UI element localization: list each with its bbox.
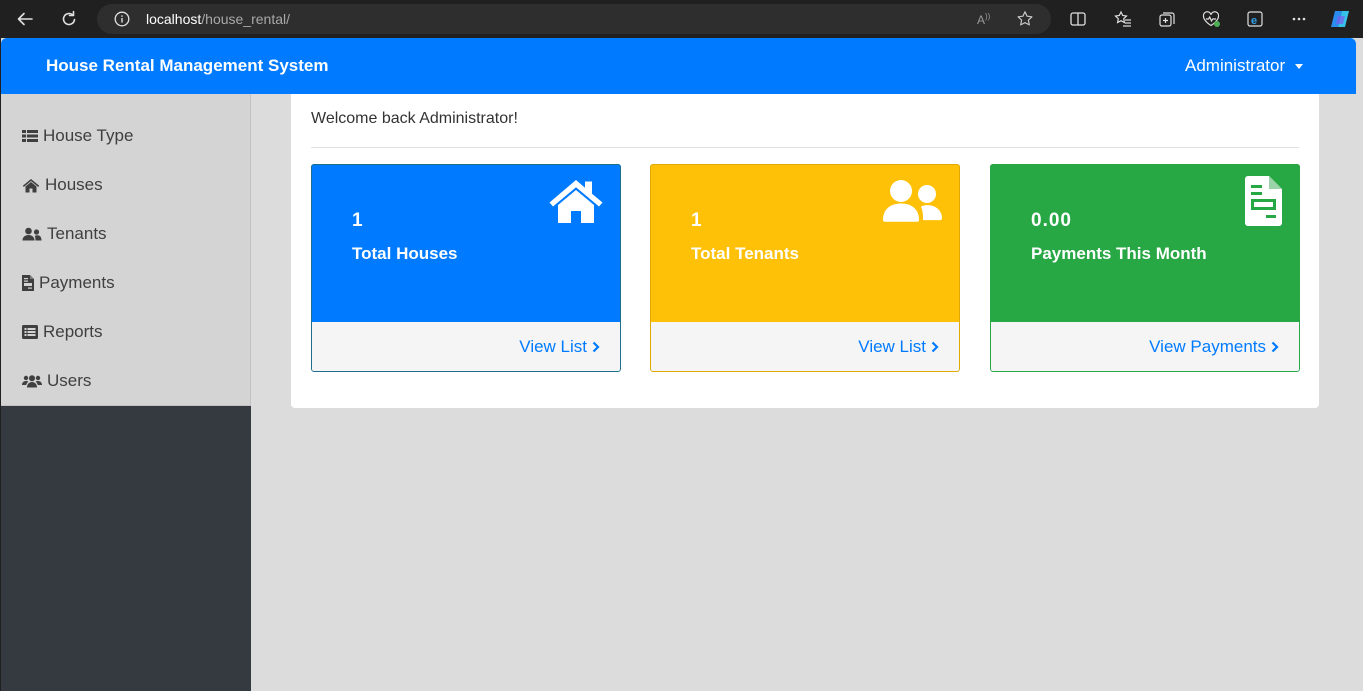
back-button[interactable] (13, 7, 37, 31)
home-icon (22, 178, 40, 192)
sidebar-item-label: Payments (39, 273, 115, 292)
user-name: Administrator (1185, 56, 1286, 75)
svg-text:)): )) (985, 12, 991, 21)
sidebar-menu: House Type Houses Tenants Payments Repor… (1, 94, 251, 406)
refresh-icon (62, 10, 76, 26)
address-bar[interactable]: localhost/house_rental/ A)) (97, 4, 1051, 34)
stat-value: 1 (352, 210, 364, 231)
sidebar-item-reports[interactable]: Reports (22, 320, 103, 344)
stat-label: Total Tenants (691, 244, 799, 263)
site-info-icon[interactable] (114, 11, 130, 32)
svg-text:e: e (1251, 15, 1257, 27)
view-list-houses-link[interactable]: View List (519, 337, 600, 357)
view-list-tenants-link[interactable]: View List (858, 337, 939, 357)
stat-card-total-houses: 1 Total Houses View List (311, 164, 621, 372)
user-friends-icon (22, 227, 42, 241)
view-payments-link[interactable]: View Payments (1149, 337, 1279, 357)
sidebar-item-house-type[interactable]: House Type (22, 124, 133, 148)
stat-card-payments-month: 0.00 Payments This Month View Payments (990, 164, 1300, 372)
scrollbar[interactable] (1356, 38, 1363, 691)
stat-value: 1 (691, 210, 703, 231)
welcome-message: Welcome back Administrator! (311, 110, 518, 127)
list-icon (22, 130, 38, 142)
favorites-icon[interactable] (1111, 7, 1135, 31)
browser-toolbar: localhost/house_rental/ A)) e (0, 0, 1363, 38)
read-aloud-icon[interactable]: A)) (976, 10, 994, 33)
stat-label: Total Houses (352, 244, 458, 263)
stat-label: Payments This Month (1031, 244, 1207, 263)
svg-text:A: A (977, 13, 985, 27)
users-icon (22, 375, 42, 388)
url-text[interactable]: localhost/house_rental/ (146, 11, 290, 27)
sidebar-item-label: Users (47, 371, 92, 390)
list-alt-icon (22, 325, 38, 339)
sidebar-item-label: House Type (43, 126, 134, 145)
top-navbar: House Rental Management System Administr… (1, 38, 1356, 94)
chevron-right-icon (931, 341, 939, 353)
sidebar-item-houses[interactable]: Houses (22, 173, 103, 197)
brand-title[interactable]: House Rental Management System (46, 56, 328, 76)
favorite-star-icon[interactable] (1016, 10, 1034, 33)
browser-essentials-icon[interactable] (1199, 7, 1223, 31)
sidebar-item-label: Tenants (47, 224, 107, 243)
file-invoice-icon (22, 275, 34, 291)
file-invoice-icon (1245, 176, 1282, 231)
home-icon (548, 178, 604, 229)
ie-mode-icon[interactable]: e (1243, 7, 1267, 31)
refresh-button[interactable] (57, 7, 81, 31)
sidebar-item-label: Reports (43, 322, 103, 341)
sidebar-item-payments[interactable]: Payments (22, 271, 115, 295)
divider (311, 147, 1299, 148)
caret-down-icon (1295, 63, 1304, 69)
stat-value: 0.00 (1031, 210, 1072, 231)
dashboard-card: Welcome back Administrator! 1 Total Hous… (291, 94, 1319, 408)
sidebar-item-label: Houses (45, 175, 103, 194)
link-label: View List (519, 337, 587, 356)
more-options-icon[interactable] (1287, 7, 1311, 31)
user-dropdown[interactable]: Administrator (1185, 56, 1304, 76)
copilot-icon[interactable] (1328, 7, 1352, 31)
user-friends-icon (882, 179, 944, 227)
sidebar-item-tenants[interactable]: Tenants (22, 222, 107, 246)
chevron-right-icon (592, 341, 600, 353)
app-viewport: House Rental Management System Administr… (1, 38, 1363, 691)
back-arrow-icon (17, 12, 33, 26)
sidebar-item-users[interactable]: Users (22, 369, 91, 393)
link-label: View List (858, 337, 926, 356)
chevron-right-icon (1271, 341, 1279, 353)
sidebar: House Type Houses Tenants Payments Repor… (1, 94, 251, 691)
split-screen-icon[interactable] (1066, 7, 1090, 31)
link-label: View Payments (1149, 337, 1266, 356)
collections-icon[interactable] (1155, 7, 1179, 31)
url-host: localhost (146, 11, 202, 27)
url-path: /house_rental/ (201, 11, 290, 27)
stat-card-total-tenants: 1 Total Tenants View List (650, 164, 960, 372)
